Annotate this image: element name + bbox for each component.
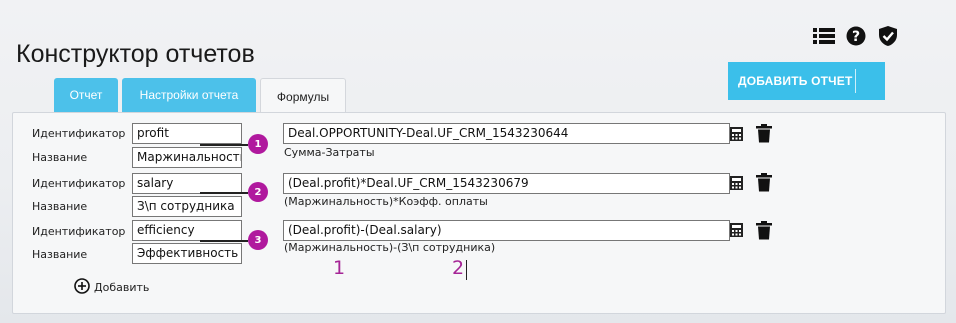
trash-icon[interactable] — [756, 221, 772, 240]
tab-report-settings-label: Настройки отчета — [139, 88, 239, 102]
add-report-button[interactable]: ДОБАВИТЬ ОТЧЕТ — [728, 62, 885, 100]
add-formula-button[interactable]: Добавить — [74, 278, 149, 297]
name-label: Название — [32, 248, 88, 261]
formula-hint: Сумма-Затраты — [284, 146, 375, 159]
name-input[interactable]: З\п сотрудника — [132, 196, 242, 217]
formula-input[interactable]: (Deal.profit)*Deal.UF_CRM_1543230679 — [283, 173, 730, 194]
trash-icon[interactable] — [756, 124, 772, 143]
formula-input[interactable]: Deal.OPPORTUNITY-Deal.UF_CRM_1543230644 — [283, 123, 730, 144]
trash-icon[interactable] — [756, 173, 772, 192]
name-input[interactable]: Эффективность — [132, 243, 242, 264]
identifier-label: Идентификатор — [32, 127, 126, 140]
button-divider — [855, 69, 856, 93]
top-toolbar: ? — [812, 24, 900, 48]
step-badge: 3 — [248, 230, 268, 250]
calculator-icon[interactable] — [729, 175, 745, 193]
formula-input[interactable]: (Deal.profit)-(Deal.salary) — [283, 220, 730, 241]
plus-circle-icon — [74, 278, 90, 297]
step-badge: 1 — [248, 134, 268, 154]
svg-text:?: ? — [852, 29, 860, 45]
name-label: Название — [32, 151, 88, 164]
formula-hint: (Маржинальность)*Коэфф. оплаты — [284, 195, 488, 208]
identifier-input[interactable]: efficiency — [132, 220, 242, 241]
tab-formulas[interactable]: Формулы — [260, 78, 346, 114]
tab-report-settings[interactable]: Настройки отчета — [122, 78, 256, 112]
page-title: Конструктор отчетов — [16, 40, 255, 68]
annotation-marker: 1 — [333, 257, 346, 279]
pointer-line — [200, 144, 248, 146]
pointer-line — [200, 240, 248, 242]
add-formula-label: Добавить — [94, 281, 150, 294]
formula-hint: (Маржинальность)-(З\п сотрудника) — [284, 241, 496, 254]
name-label: Название — [32, 200, 88, 213]
pointer-line — [200, 192, 248, 194]
annotation-marker: 2 — [452, 257, 465, 279]
name-input[interactable]: Маржинальность — [132, 147, 242, 168]
identifier-label: Идентификатор — [32, 177, 126, 190]
tab-formulas-label: Формулы — [276, 89, 330, 104]
help-icon[interactable]: ? — [844, 24, 868, 48]
identifier-input[interactable]: profit — [132, 123, 242, 144]
identifier-label: Идентификатор — [32, 225, 126, 238]
tab-report[interactable]: Отчет — [54, 78, 118, 112]
tab-report-label: Отчет — [69, 88, 103, 102]
calculator-icon[interactable] — [729, 222, 745, 240]
text-cursor — [466, 260, 467, 280]
add-report-label: ДОБАВИТЬ ОТЧЕТ — [738, 74, 853, 88]
list-icon[interactable] — [812, 24, 836, 48]
identifier-input[interactable]: salary — [132, 173, 242, 194]
step-badge: 2 — [248, 182, 268, 202]
calculator-icon[interactable] — [729, 126, 745, 144]
shield-check-icon[interactable] — [876, 24, 900, 48]
